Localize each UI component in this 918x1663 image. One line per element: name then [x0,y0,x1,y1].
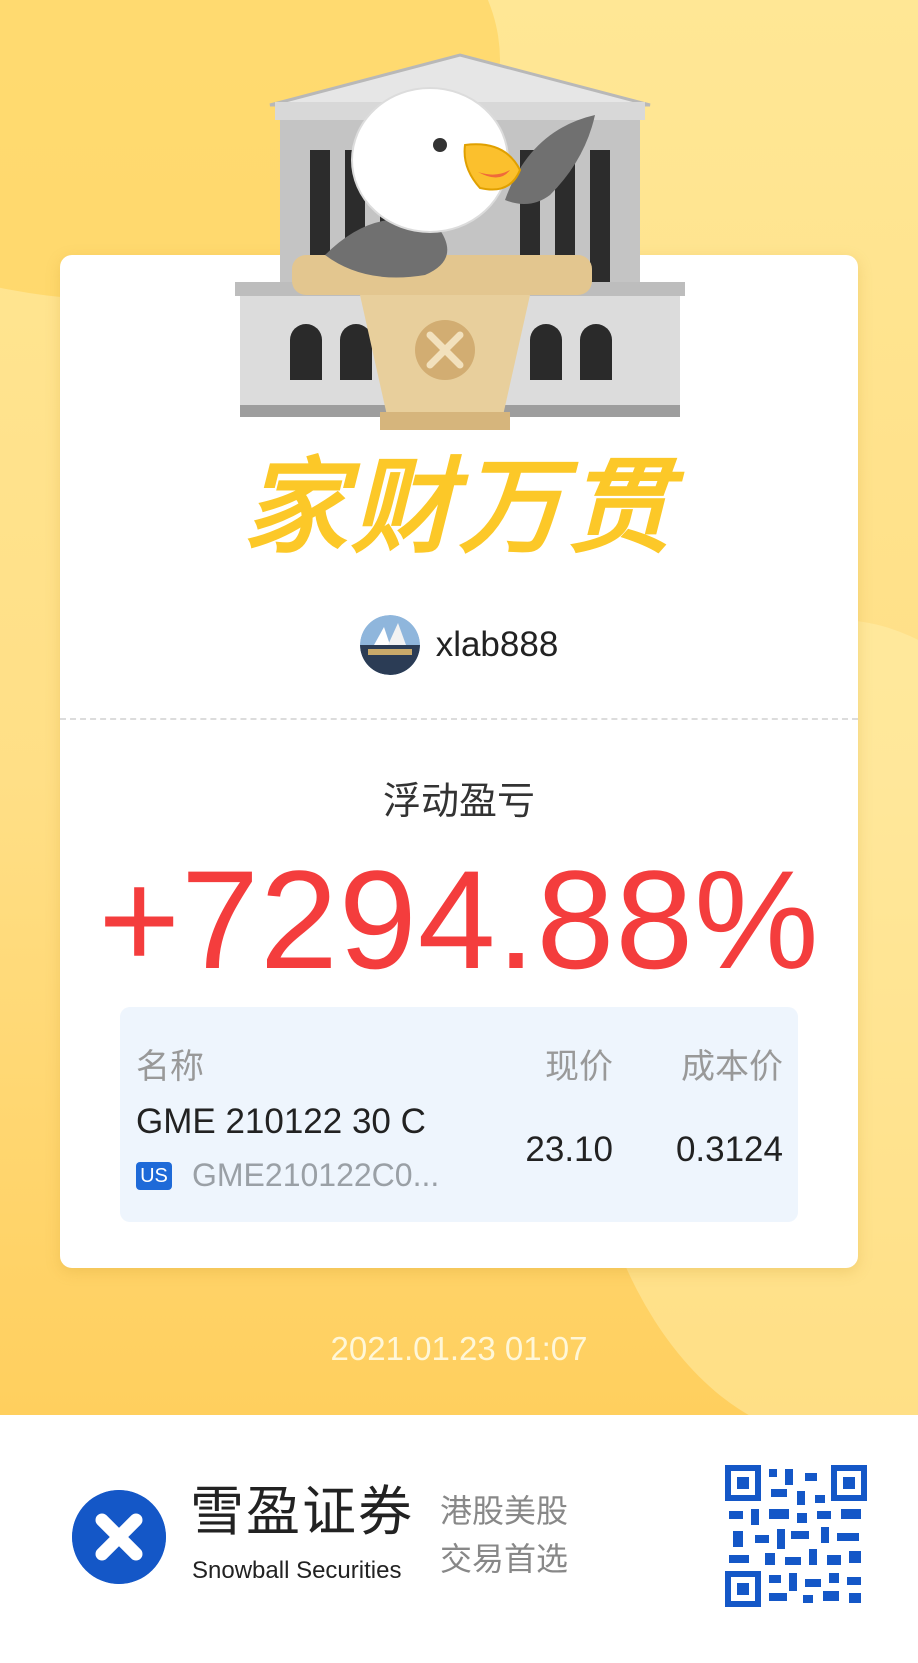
tagline: 港股美股 交易首选 [440,1487,568,1583]
position-table: 名称 现价 成本价 GME 210122 30 C US GME210122C0… [120,1007,798,1222]
market-badge: US [136,1162,172,1190]
qr-code[interactable] [725,1465,867,1607]
position-symbol: GME 210122 30 C [136,1102,426,1141]
floating-pl-label: 浮动盈亏 [382,779,535,823]
brand-name-cn: 雪盈证券 [190,1480,414,1543]
timestamp: 2021.01.23 01:07 [330,1330,588,1367]
tagline-line-2: 交易首选 [440,1540,569,1578]
slogan-title: 家财万贯 [242,446,675,568]
snowball-logo-icon [72,1490,166,1584]
header-price: 现价 [545,1047,613,1087]
cost-price: 0.3124 [675,1130,783,1169]
footer: 雪盈证券 Snowball Securities 港股美股 交易首选 [0,1415,918,1663]
dashed-divider [60,718,858,720]
tagline-line-1: 港股美股 [440,1492,569,1530]
user-info: xlab888 [0,615,918,675]
eagle-illustration [235,53,685,430]
floating-pl-value: +7294.88% [98,841,820,998]
brand-name-en: Snowball Securities [192,1557,402,1584]
header-name: 名称 [136,1047,204,1087]
avatar [359,615,420,675]
position-code: GME210122C0... [192,1157,440,1193]
header-cost: 成本价 [681,1047,783,1087]
username: xlab888 [435,625,559,664]
current-price: 23.10 [525,1130,613,1169]
